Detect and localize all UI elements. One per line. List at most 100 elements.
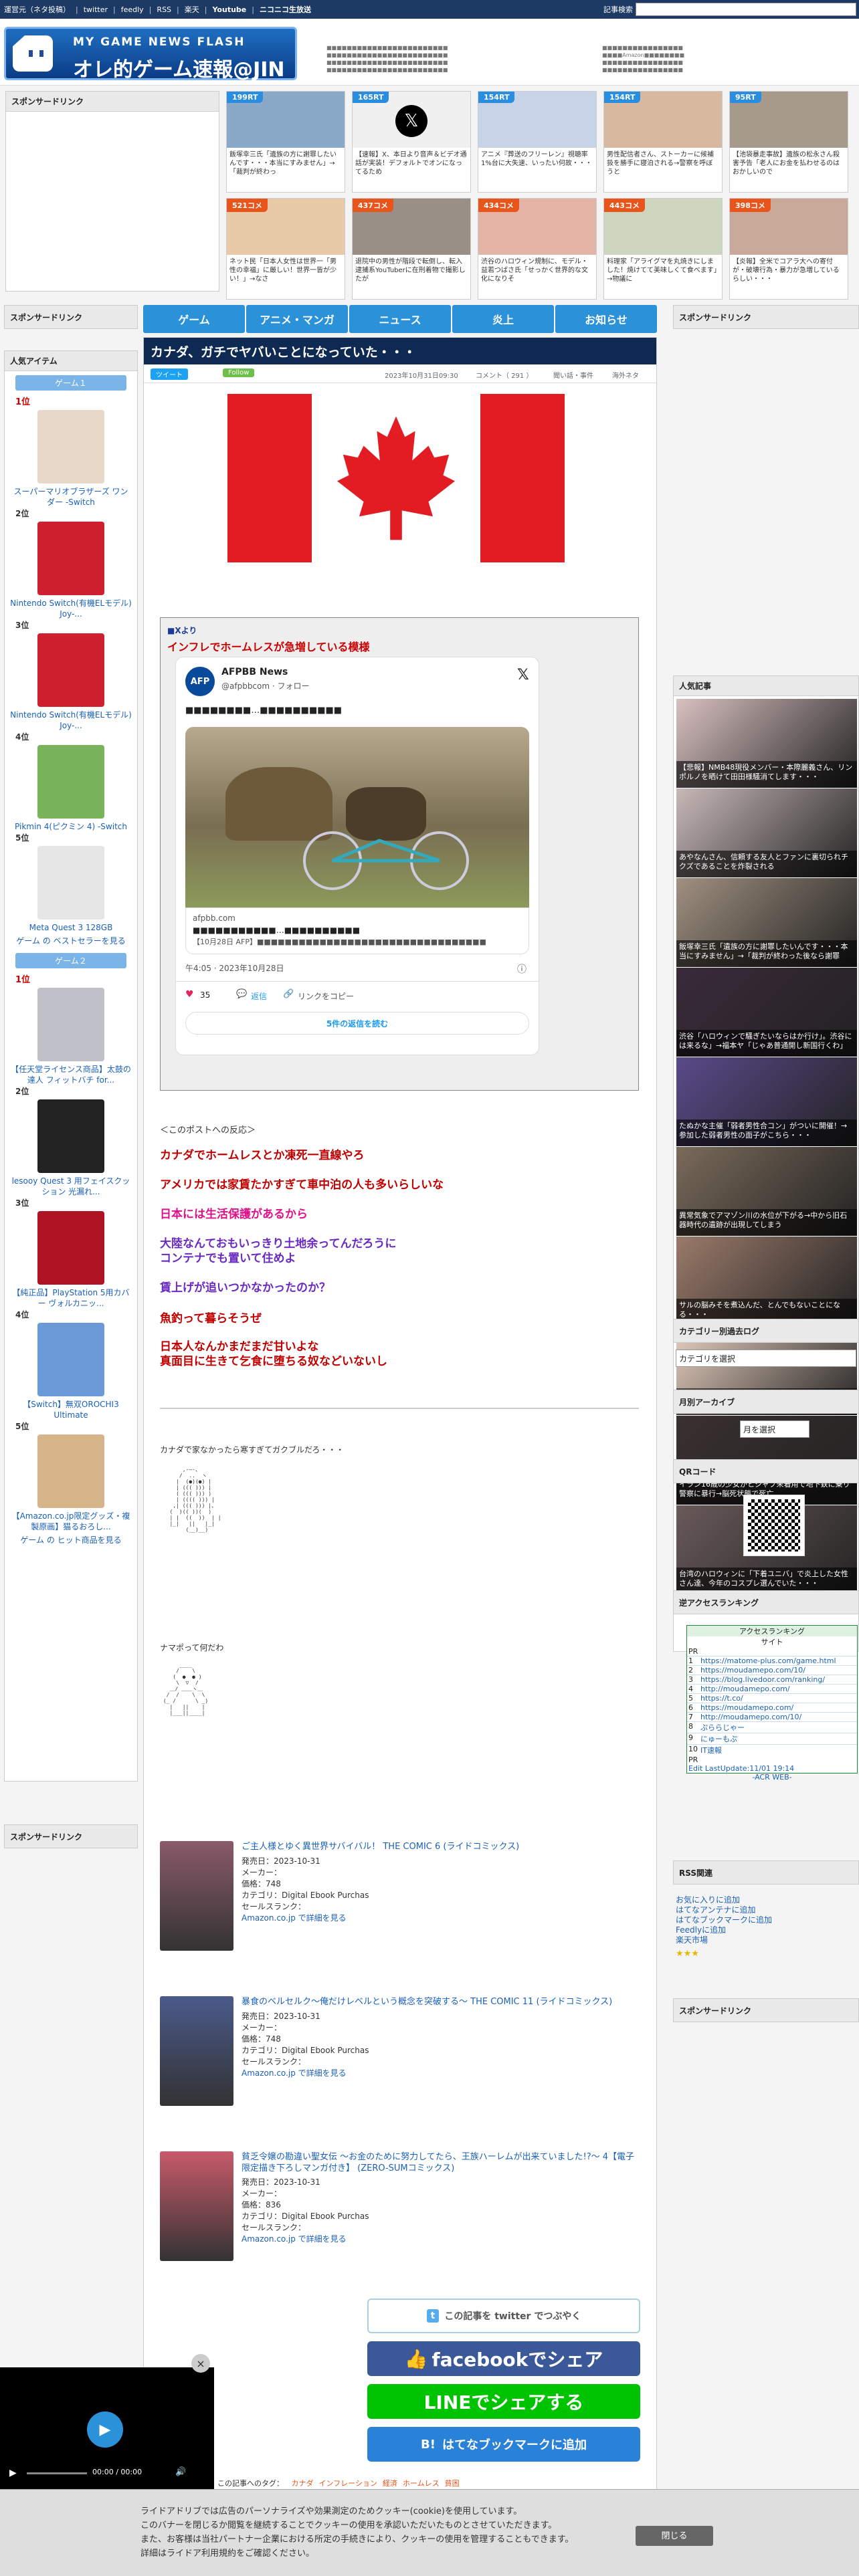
product-thumb[interactable] — [37, 846, 104, 920]
product-name[interactable]: 【Switch】無双OROCHI3 Ultimate — [5, 1399, 137, 1420]
progress-bar[interactable] — [27, 2472, 87, 2474]
nav-game[interactable]: ゲーム — [143, 305, 245, 333]
product-cover[interactable] — [160, 2151, 233, 2261]
volume-icon[interactable]: 🔊 — [175, 2467, 186, 2477]
product-name[interactable]: lesooy Quest 3 用フェイスクッション 光漏れ... — [5, 1176, 137, 1197]
tweet-account-name[interactable]: AFPBB News — [221, 667, 288, 677]
popular-article[interactable]: 異常気象でアマゾン川の水位が下がる→中から旧石器時代の遺跡が出現してしまう — [676, 1147, 857, 1237]
product-thumb[interactable] — [37, 988, 104, 1061]
nav-info[interactable]: お知らせ — [555, 305, 657, 333]
product-name[interactable]: Nintendo Switch(有機ELモデル) Joy-... — [5, 598, 137, 619]
nav-news[interactable]: ニュース — [349, 305, 451, 333]
popular-article-title[interactable]: 異常気象でアマゾン川の水位が下がる→中から旧石器時代の遺跡が出現してしまう — [676, 1209, 857, 1236]
topbar-link-contact[interactable]: 運営元（ネタ投稿） — [4, 4, 70, 15]
thumb-card[interactable]: 437コメ 退院中の男性が階段で転倒し、転入逮捕系YouTuberに在刑着物で撮影… — [352, 198, 471, 300]
access-url[interactable]: IT速報 — [700, 1745, 854, 1755]
product-link[interactable]: Amazon.co.jp で詳細を見る — [242, 2068, 347, 2079]
thumb-title[interactable]: アニメ『葬送のフリーレン』視聴率1%台に大失速、いったい何故・・・ — [478, 148, 596, 171]
product-thumb[interactable] — [37, 410, 104, 484]
product-title[interactable]: 貧乏令嬢の勘違い聖女伝 ～お金のために努力してたら、王族ハーレムが出来ていました… — [242, 2151, 636, 2174]
access-url[interactable]: にゅーもぷ — [700, 1733, 854, 1744]
thumb-card[interactable]: 434コメ 渋谷のハロウィン規制に、モデル・益若つばさ氏「せっかく世界的な文化にな… — [478, 198, 597, 300]
thumb-image[interactable]: 154RT — [604, 92, 722, 148]
thumb-card[interactable]: 154RT アニメ『葬送のフリーレン』視聴率1%台に大失速、いったい何故・・・ — [478, 91, 597, 193]
thumb-card[interactable]: 154RT 男性配信者さん、ストーカーに候補扱を勝手に寝泊される→警察を呼ぼうと — [603, 91, 723, 193]
product-name[interactable]: 【純正品】PlayStation 5用カバー ヴォルカニッ... — [5, 1287, 137, 1309]
read-replies-button[interactable]: 5件の返信を読む — [185, 1012, 529, 1035]
popular-article-title[interactable]: たぬかな主催「弱者男性合コン」がついに開催！→参加した弱者男性の面子がこちら・・… — [676, 1119, 857, 1146]
product-thumb[interactable] — [37, 633, 104, 707]
monthly-select[interactable]: 月を選択 — [740, 1420, 809, 1438]
thumb-title[interactable]: 飯塚幸三氏「遺族の方に謝罪したいんです・・・本当にすみません」→「裁判が終わっ — [227, 148, 345, 179]
topbar-link-feedly[interactable]: feedly — [121, 5, 144, 14]
thumb-image[interactable]: 398コメ — [730, 199, 848, 255]
rss-link[interactable]: 楽天市場 — [676, 1935, 850, 1945]
article-category-1[interactable]: 聞い話・事件 — [553, 370, 593, 380]
game1-more-link[interactable]: ゲーム の ベストセラーを見る — [5, 936, 137, 946]
access-url[interactable]: https://t.co/ — [700, 1694, 854, 1703]
tweet-link-card[interactable]: afpbb.com ■■■■■■■■■■■…■■■■■■■■■■ 【10月28日… — [185, 907, 529, 954]
popular-article-title[interactable]: 渋谷「ハロウィンで騒ぎたいならはか行け」。渋谷には来るな」→福本ヤ「じゃあ普通開… — [676, 1030, 857, 1057]
tweet-card[interactable]: AFP AFPBB News @afpbbcom · フォロー 𝕏 ■■■■■■… — [175, 657, 539, 1055]
thumb-title[interactable]: 料理家「アライグマを丸焼きにしました！焼けてて美味しくて食べます」→物議に — [604, 255, 722, 286]
tag-link[interactable]: インフレーション — [319, 2479, 377, 2488]
search-input[interactable] — [636, 3, 856, 16]
cookie-close-button[interactable]: 閉じる — [636, 2526, 713, 2546]
play-icon[interactable]: ▶ — [87, 2411, 123, 2448]
nav-enjo[interactable]: 炎上 — [452, 305, 554, 333]
product-name[interactable]: 【任天堂ライセンス商品】太鼓の達人 フィットバチ for... — [5, 1064, 137, 1085]
product-thumb[interactable] — [37, 1211, 104, 1285]
popular-article-title[interactable]: 【悲報】NMB48現役メンバー・本際麗義さん、リンポルノを晒けて田田様騒消てしま… — [676, 761, 857, 788]
thumb-card[interactable]: 165RT 𝕏 【速報】X、本日より音声＆ビデオ通話が実装！デフォルトでオンになって… — [352, 91, 471, 193]
product-thumb[interactable] — [37, 522, 104, 595]
thumb-image[interactable]: 199RT — [227, 92, 345, 148]
popular-article[interactable]: サルの脳みそを煮込んだ、とんでもないことになる・・・ — [676, 1237, 857, 1326]
afp-avatar[interactable]: AFP — [185, 667, 215, 696]
video-player[interactable]: × ▶ ▶ 00:00 / 00:00 🔊 — [0, 2354, 214, 2489]
tweet-time[interactable]: 午4:05 · 2023年10月28日 — [185, 962, 284, 974]
tag-link[interactable]: 経済 — [383, 2479, 397, 2488]
reply-icon[interactable]: 💬 — [236, 989, 247, 999]
product-thumb[interactable] — [37, 1099, 104, 1173]
access-url[interactable]: https://matome-plus.com/game.html — [700, 1656, 854, 1665]
access-footer[interactable]: Edit LastUpdate:11/01 19:14 — [687, 1764, 857, 1773]
thumb-image[interactable]: 95RT — [730, 92, 848, 148]
thumb-image[interactable]: 521コメ — [227, 199, 345, 255]
rss-link[interactable]: お気に入りに追加 — [676, 1895, 850, 1905]
product-link[interactable]: Amazon.co.jp で詳細を見る — [242, 2234, 347, 2245]
popular-article-title[interactable]: あやなんさん、信頼する友人とファンに裏切られチクズであることを炸裂される — [676, 851, 857, 877]
info-icon[interactable]: ⓘ — [517, 962, 527, 976]
thumb-title[interactable]: 男性配信者さん、ストーカーに候補扱を勝手に寝泊される→警察を呼ぼうと — [604, 148, 722, 179]
access-url[interactable]: http://moudamepo.com/10/ — [700, 1713, 854, 1721]
thumb-image[interactable]: 434コメ — [478, 199, 596, 255]
popular-article[interactable]: 【悲報】NMB48現役メンバー・本際麗義さん、リンポルノを晒けて田田様騒消てしま… — [676, 699, 857, 788]
share-line-button[interactable]: LINEでシェアする — [367, 2384, 640, 2419]
product-cover[interactable] — [160, 1841, 233, 1951]
thumb-card[interactable]: 199RT 飯塚幸三氏「遺族の方に謝罪したいんです・・・本当にすみません」→「裁判… — [226, 91, 345, 193]
tweet-share-button[interactable]: ツイート — [151, 368, 188, 380]
product-name[interactable]: 【Amazon.co.jp限定グッズ・複製原画】猫るおろし... — [5, 1511, 137, 1532]
category-select[interactable]: カテゴリを選択 — [676, 1350, 856, 1367]
thumb-card[interactable]: 443コメ 料理家「アライグマを丸焼きにしました！焼けてて美味しくて食べます」→物… — [603, 198, 723, 300]
product-thumb[interactable] — [37, 1323, 104, 1396]
topbar-link-rss[interactable]: RSS — [157, 5, 171, 14]
popular-article-title[interactable]: 飯塚幸三氏「遺族の方に謝罪したいんです・・・本当にすみません」→「裁判が終わった… — [676, 940, 857, 967]
site-logo[interactable]: MY GAME NEWS FLASH オレ的ゲーム速報@JIN — [4, 27, 297, 82]
product-name[interactable]: Nintendo Switch(有機ELモデル) Joy-... — [5, 710, 137, 731]
tag-link[interactable]: カナダ — [292, 2479, 314, 2488]
access-acr[interactable]: -ACR WEB- — [687, 1773, 857, 1782]
follow-button[interactable]: Follow — [223, 368, 255, 377]
thumb-title[interactable]: 【池袋暴走事故】遺族の松永さん殺害予告「老人にお金を払わせるのはおかしいので — [730, 148, 848, 179]
topbar-link-youtube[interactable]: Youtube — [212, 5, 246, 14]
thumb-card[interactable]: 95RT 【池袋暴走事故】遺族の松永さん殺害予告「老人にお金を払わせるのはおかしい… — [729, 91, 848, 193]
access-url[interactable]: http://moudamepo.com/ — [700, 1685, 854, 1693]
tweet-handle[interactable]: @afpbbcom · フォロー — [221, 680, 310, 691]
topbar-link-rakuten[interactable]: 楽天 — [185, 4, 199, 15]
article-category-2[interactable]: 海外ネタ — [612, 370, 639, 380]
popular-article[interactable]: たぬかな主催「弱者男性合コン」がついに開催！→参加した弱者男性の面子がこちら・・… — [676, 1057, 857, 1147]
x-logo-icon[interactable]: 𝕏 — [517, 667, 529, 683]
product-link[interactable]: Amazon.co.jp で詳細を見る — [242, 1913, 347, 1924]
link-copy-icon[interactable]: 🔗 — [283, 989, 294, 999]
rss-link[interactable]: はてなアンテナに追加 — [676, 1905, 850, 1915]
popular-article[interactable]: 飯塚幸三氏「遺族の方に謝罪したいんです・・・本当にすみません」→「裁判が終わった… — [676, 878, 857, 968]
